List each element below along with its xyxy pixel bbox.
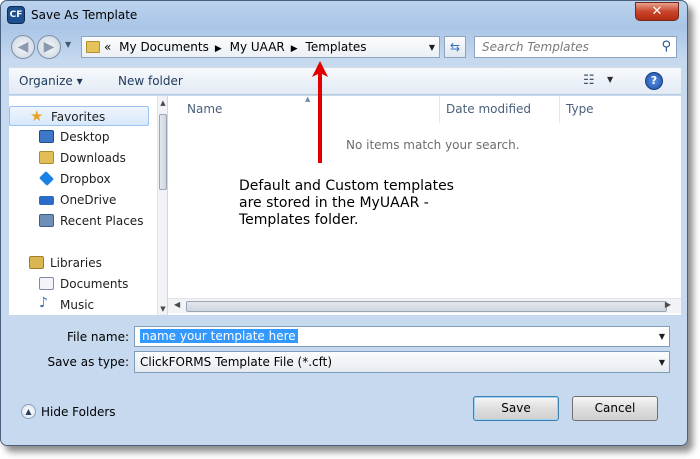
empty-results-message: No items match your search.	[346, 138, 520, 152]
navigation-row: ◀ ▶ ▼ « My Documents ▶ My UAAR ▶ Templates…	[9, 33, 681, 61]
help-icon[interactable]: ?	[645, 72, 663, 90]
scroll-left-icon[interactable]: ◀	[174, 300, 180, 309]
breadcrumb-templates[interactable]: Templates	[306, 40, 367, 54]
nav-label: Recent Places	[60, 214, 144, 228]
nav-label: Dropbox	[60, 172, 111, 186]
chevron-down-icon[interactable]: ▼	[659, 332, 665, 341]
sort-ascending-icon: ▲	[305, 95, 311, 103]
nav-item-desktop[interactable]: Desktop	[9, 127, 149, 147]
view-options-icon[interactable]: ☷	[583, 73, 601, 89]
back-button[interactable]: ◀	[11, 35, 35, 59]
nav-favorites[interactable]: ★ Favorites	[9, 106, 149, 126]
breadcrumb-my-documents[interactable]: My Documents	[119, 40, 209, 54]
documents-icon	[39, 277, 54, 290]
chevron-up-icon: ▲	[21, 404, 36, 419]
arrow-up-icon	[312, 61, 328, 163]
scroll-up-icon[interactable]: ▲	[159, 99, 167, 107]
nav-item-recent-places[interactable]: Recent Places	[9, 211, 149, 231]
libraries-icon	[29, 256, 44, 269]
chevron-down-icon[interactable]: ▼	[429, 43, 435, 52]
navigation-pane: ★ Favorites Desktop Downloads Dropbox On…	[9, 96, 167, 315]
refresh-icon: ⇆	[449, 40, 461, 54]
arrow-right-icon: ▶	[43, 39, 55, 55]
hide-folders-button[interactable]: ▲ Hide Folders	[21, 402, 121, 422]
breadcrumb-overflow[interactable]: «	[104, 40, 111, 54]
save-button[interactable]: Save	[473, 396, 559, 421]
search-icon[interactable]: ⚲	[661, 39, 671, 54]
save-as-type-value: ClickFORMS Template File (*.cft)	[140, 355, 333, 369]
column-label: Name	[187, 102, 223, 116]
search-box[interactable]: ⚲	[474, 36, 677, 58]
column-header-date-modified[interactable]: Date modified	[440, 96, 560, 123]
command-toolbar: Organize ▾ New folder ☷ ▼ ?	[9, 67, 681, 95]
onedrive-cloud-icon	[39, 196, 54, 205]
chevron-right-icon[interactable]: ▶	[215, 44, 222, 54]
search-input[interactable]	[475, 37, 653, 57]
clickforms-app-icon: CF	[7, 6, 25, 24]
file-name-value[interactable]: name your template here	[140, 329, 298, 343]
chevron-down-icon[interactable]: ▼	[607, 75, 613, 84]
scroll-down-icon[interactable]: ▼	[159, 305, 167, 313]
chevron-down-icon[interactable]: ▼	[659, 358, 665, 367]
scroll-thumb[interactable]	[159, 114, 167, 190]
folder-icon	[86, 41, 100, 53]
dialog-title: Save As Template	[31, 8, 138, 22]
nav-item-music[interactable]: ♪ Music	[9, 295, 149, 315]
desktop-icon	[39, 130, 54, 143]
file-horizontal-scrollbar[interactable]: ◀ ▶	[168, 298, 681, 313]
annotation-line: are stored in the MyUAAR -	[239, 195, 429, 211]
title-bar: CF Save As Template ✕	[1, 1, 687, 31]
file-name-field[interactable]: name your template here ▼	[134, 326, 670, 347]
cancel-button[interactable]: Cancel	[572, 396, 658, 421]
save-as-template-dialog: CF Save As Template ✕ ◀ ▶ ▼ « My Documen…	[0, 0, 688, 446]
column-label: Date modified	[446, 102, 532, 116]
dropbox-icon	[39, 171, 54, 186]
forward-button[interactable]: ▶	[37, 35, 61, 59]
save-form: File name: name your template here ▼ Sav…	[9, 317, 681, 437]
annotation-arrow	[312, 61, 328, 163]
save-as-type-label: Save as type:	[47, 355, 129, 369]
new-folder-button[interactable]: New folder	[118, 74, 183, 88]
file-name-label: File name:	[67, 330, 129, 344]
recent-places-icon	[39, 214, 54, 227]
scroll-thumb[interactable]	[186, 301, 667, 312]
annotation-line: Templates folder.	[239, 212, 359, 228]
hide-folders-label: Hide Folders	[41, 405, 116, 419]
nav-item-onedrive[interactable]: OneDrive	[9, 190, 149, 210]
address-bar[interactable]: « My Documents ▶ My UAAR ▶ Templates ▼	[81, 36, 440, 58]
annotation-callout: Default and Custom templates are stored …	[239, 178, 499, 229]
downloads-folder-icon	[39, 151, 54, 164]
nav-vertical-scrollbar[interactable]: ▲ ▼	[157, 96, 167, 315]
nav-libraries[interactable]: Libraries	[9, 253, 149, 273]
nav-label: Libraries	[50, 256, 102, 270]
nav-label: Downloads	[60, 151, 126, 165]
annotation-line: Default and Custom templates	[239, 178, 454, 194]
breadcrumb: « My Documents ▶ My UAAR ▶ Templates	[104, 40, 371, 54]
nav-label: Documents	[60, 277, 129, 291]
nav-label: Music	[60, 298, 95, 312]
nav-item-dropbox[interactable]: Dropbox	[9, 169, 149, 189]
nav-item-documents[interactable]: Documents	[9, 274, 149, 294]
column-header-type[interactable]: Type	[560, 96, 681, 123]
column-header-name[interactable]: Name ▲	[168, 95, 440, 123]
scroll-right-icon[interactable]: ▶	[665, 300, 671, 309]
close-button[interactable]: ✕	[635, 2, 679, 21]
refresh-button[interactable]: ⇆	[444, 36, 466, 58]
recent-locations-dropdown[interactable]: ▼	[65, 40, 71, 49]
chevron-right-icon[interactable]: ▶	[291, 44, 298, 54]
star-icon: ★	[30, 107, 44, 125]
nav-label: OneDrive	[60, 193, 117, 207]
organize-button[interactable]: Organize ▾	[19, 74, 83, 88]
save-as-type-select[interactable]: ClickFORMS Template File (*.cft) ▼	[134, 351, 670, 373]
breadcrumb-my-uaar[interactable]: My UAAR	[230, 40, 285, 54]
nav-label: Favorites	[51, 110, 106, 124]
nav-item-downloads[interactable]: Downloads	[9, 148, 149, 168]
music-note-icon: ♪	[39, 295, 48, 311]
nav-label: Desktop	[60, 130, 110, 144]
column-label: Type	[566, 102, 594, 116]
arrow-left-icon: ◀	[17, 39, 29, 55]
